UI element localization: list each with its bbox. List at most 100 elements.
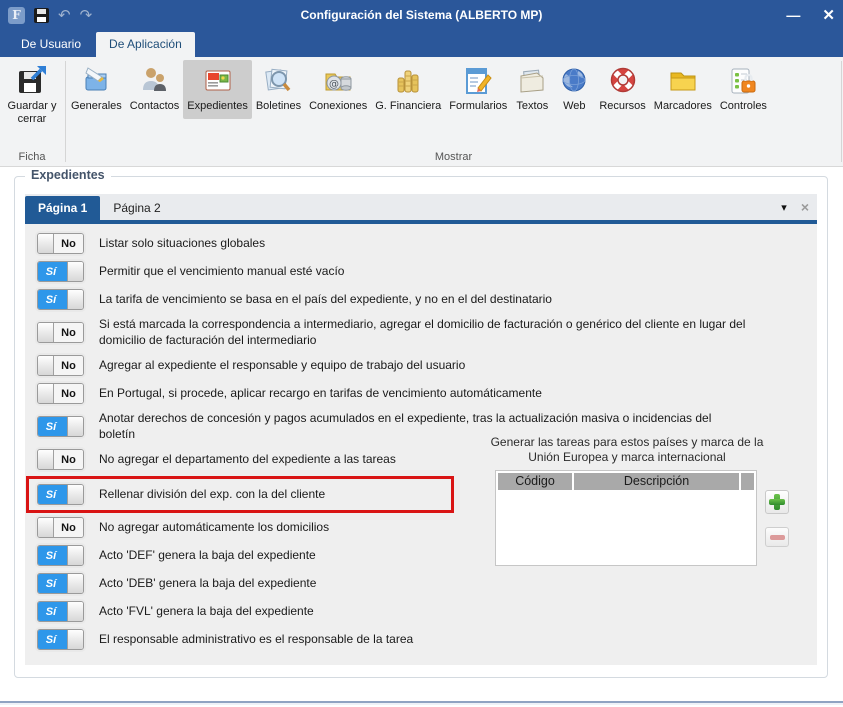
toggle-knob[interactable]: [67, 602, 83, 622]
toggle-state-label: No: [54, 384, 83, 404]
ribbon-button-marcadores[interactable]: Marcadores: [650, 60, 716, 119]
groupbox-title: Expedientes: [25, 168, 111, 182]
setting-row: Sí La tarifa de vencimiento se basa en el…: [37, 289, 761, 310]
ribbon-button-g-financiera[interactable]: G. Financiera: [371, 60, 445, 119]
ribbon-button-contactos[interactable]: Contactos: [126, 60, 184, 119]
toggle-off[interactable]: No: [37, 355, 84, 377]
toggle-on[interactable]: Sí: [37, 545, 84, 567]
setting-label: Acto 'FVL' genera la baja del expediente: [99, 604, 314, 619]
ribbon-button-label: Formularios: [449, 100, 508, 112]
ribbon-button-expedientes[interactable]: Expedientes: [183, 60, 252, 120]
tab-menu-icon[interactable]: ▾: [781, 201, 787, 214]
undo-icon[interactable]: ↶: [58, 8, 71, 23]
toggle-state-label: No: [54, 450, 83, 470]
setting-label: No agregar automáticamente los domicilio…: [99, 520, 330, 535]
setting-label: Rellenar división del exp. con la del cl…: [99, 487, 326, 502]
tab-pagina-2[interactable]: Página 2: [100, 196, 173, 220]
toggle-off[interactable]: No: [37, 449, 84, 471]
ribbon-button-web[interactable]: Web: [553, 60, 595, 119]
ribbon-button-label: Contactos: [129, 100, 180, 112]
minus-icon: [769, 534, 785, 540]
toggle-knob[interactable]: [67, 485, 83, 505]
ribbon-button-formularios[interactable]: Formularios: [445, 60, 511, 119]
minimize-button[interactable]: —: [786, 7, 800, 23]
toggle-on[interactable]: Sí: [37, 629, 84, 651]
page-tab-strip: Página 1 Página 2 ▾ ×: [25, 194, 817, 224]
setting-row: Sí Permitir que el vencimiento manual est…: [37, 261, 761, 282]
close-button[interactable]: ✕: [822, 6, 835, 24]
countries-table[interactable]: Código Descripción: [495, 470, 757, 566]
tab-pagina-1[interactable]: Página 1: [25, 196, 101, 220]
redo-icon[interactable]: ↷: [80, 8, 93, 23]
texts-icon: [515, 64, 549, 98]
settings-page: Expedientes Página 1 Página 2 ▾ × No List…: [0, 167, 843, 707]
add-country-button[interactable]: [765, 490, 789, 514]
ribbon-button-label: Web: [563, 100, 586, 112]
ribbon-separator: [65, 61, 66, 162]
globe-icon: [557, 64, 591, 98]
toggle-on[interactable]: Sí: [37, 416, 84, 438]
lock-list-icon: [726, 64, 760, 98]
ribbon-button-controles[interactable]: Controles: [716, 60, 771, 119]
toggle-knob[interactable]: [67, 262, 83, 281]
ribbon-group-ficha: Guardar y cerrar Ficha: [0, 57, 64, 166]
ribbon-button-boletines[interactable]: Boletines: [252, 60, 305, 119]
setting-row: No Si está marcada la correspondencia a i…: [37, 317, 761, 348]
toggle-state-label: No: [54, 518, 83, 538]
setting-label: El responsable administrativo es el resp…: [99, 632, 414, 647]
toggle-state-label: Sí: [38, 602, 67, 622]
toggle-on[interactable]: Sí: [37, 484, 84, 506]
toggle-on[interactable]: Sí: [37, 289, 84, 310]
lifesaver-icon: [606, 64, 640, 98]
remove-country-button[interactable]: [765, 527, 789, 547]
notes-icon: [79, 64, 113, 98]
column-header-extra: [741, 473, 754, 490]
setting-label: Si está marcada la correspondencia a int…: [99, 317, 746, 347]
save-close-icon: [15, 64, 49, 98]
toggle-knob[interactable]: [67, 417, 83, 437]
quick-save-icon[interactable]: [34, 7, 49, 23]
ribbon-button-generales[interactable]: Generales: [67, 60, 126, 119]
tab-de-aplicacion[interactable]: De Aplicación: [96, 32, 195, 57]
setting-row-highlighted: Sí Rellenar división del exp. con la del …: [26, 476, 454, 514]
toggle-knob[interactable]: [67, 630, 83, 650]
toggle-off[interactable]: No: [37, 233, 84, 254]
toggle-on[interactable]: Sí: [37, 261, 84, 282]
ribbon-button-textos[interactable]: Textos: [511, 60, 553, 119]
ribbon-button-guardar-y-cerrar[interactable]: Guardar y cerrar: [0, 60, 64, 128]
ribbon-button-recursos[interactable]: Recursos: [595, 60, 649, 119]
setting-label: La tarifa de vencimiento se basa en el p…: [99, 291, 552, 306]
toggle-state-label: Sí: [38, 574, 67, 594]
setting-label: Permitir que el vencimiento manual esté …: [99, 263, 345, 278]
plus-icon: [769, 494, 785, 510]
toggle-on[interactable]: Sí: [37, 601, 84, 623]
toggle-off[interactable]: No: [37, 517, 84, 539]
toggle-state-label: No: [54, 234, 83, 253]
column-header-codigo: Código: [498, 473, 572, 490]
form-icon: [461, 64, 495, 98]
toggle-knob[interactable]: [67, 574, 83, 594]
toggle-off[interactable]: No: [37, 383, 84, 405]
ribbon-button-label: Marcadores: [653, 100, 712, 112]
toggle-knob[interactable]: [38, 323, 54, 343]
setting-row: Sí El responsable administrativo es el re…: [37, 629, 761, 651]
column-header-descripcion: Descripción: [574, 473, 739, 490]
ribbon-button-conexiones[interactable]: @ Conexiones: [305, 60, 371, 119]
toggle-knob[interactable]: [38, 450, 54, 470]
toggle-state-label: Sí: [38, 417, 67, 437]
toggle-knob[interactable]: [67, 546, 83, 566]
tab-close-icon[interactable]: ×: [801, 200, 809, 214]
toggle-knob[interactable]: [38, 356, 54, 376]
toggle-knob[interactable]: [38, 518, 54, 538]
tab-page-content: No Listar solo situaciones globales Sí Perm…: [25, 224, 817, 665]
toggle-knob[interactable]: [38, 234, 54, 253]
app-logo-icon: F: [8, 6, 25, 24]
toggle-knob[interactable]: [67, 290, 83, 309]
tasks-caption: Generar las tareas para estos países y m…: [490, 435, 764, 464]
tab-de-usuario[interactable]: De Usuario: [8, 32, 94, 57]
toggle-off[interactable]: No: [37, 322, 84, 344]
toggle-knob[interactable]: [38, 384, 54, 404]
setting-label: No agregar el departamento del expedient…: [99, 452, 396, 467]
setting-row: No En Portugal, si procede, aplicar recar…: [37, 383, 761, 405]
toggle-on[interactable]: Sí: [37, 573, 84, 595]
